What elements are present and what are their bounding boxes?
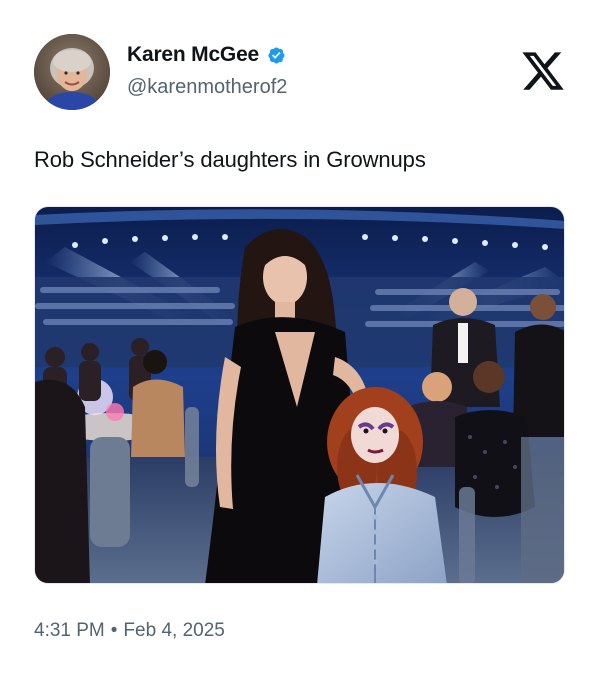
author-display-name[interactable]: Karen McGee [127, 43, 259, 67]
avatar-photo [34, 34, 110, 110]
tweet-timestamp[interactable]: 4:31 PM • Feb 4, 2025 [34, 620, 225, 642]
tweet-date: Feb 4, 2025 [123, 620, 225, 641]
x-logo-icon[interactable] [520, 48, 566, 94]
tweet-text: Rob Schneider’s daughters in Grownups [34, 147, 426, 172]
tweet-card: Karen McGee @karenmotherof2 Rob Schneide… [0, 0, 599, 673]
author-name-row: Karen McGee [127, 43, 286, 67]
timestamp-separator: • [110, 620, 118, 641]
author-avatar[interactable] [34, 34, 110, 110]
tweet-media-photo[interactable] [34, 206, 565, 584]
verified-badge-icon [265, 45, 286, 66]
tweet-time: 4:31 PM [34, 620, 105, 641]
event-photo [35, 207, 564, 583]
author-handle[interactable]: @karenmotherof2 [127, 76, 287, 99]
